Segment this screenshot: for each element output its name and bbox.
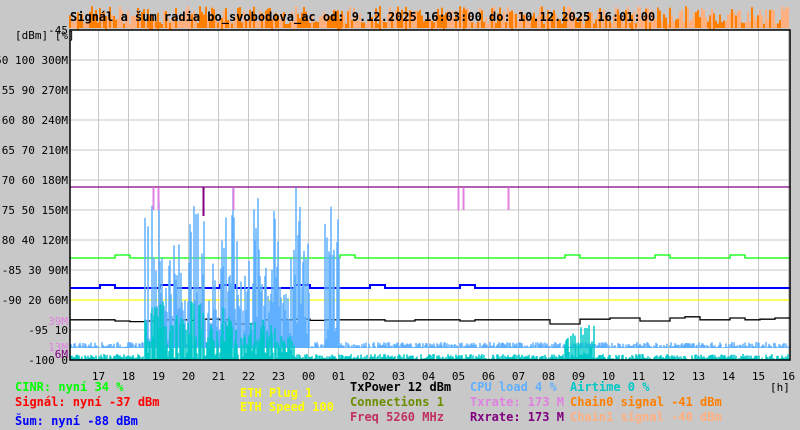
rate-label: 6M — [55, 348, 69, 361]
y-tick-label: -70 60 180M — [0, 174, 68, 187]
y-tick-label: -60 80 240M — [0, 114, 68, 127]
legend-airtime: Airtime 0 % — [570, 380, 650, 394]
legend-cpu-load: CPU load 4 % — [470, 380, 557, 394]
y-tick-label: -50 100 300M — [0, 54, 68, 67]
y-tick-label: -75 50 150M — [0, 204, 68, 217]
legend-txpower: TxPower 12 dBm — [350, 380, 452, 394]
x-tick-label: 05 — [452, 370, 465, 383]
legend-noise: Šum: nyní -88 dBm — [15, 414, 138, 428]
legend-cinr: CINR: nyní 34 % — [15, 380, 124, 394]
legend-chain0: Chain0 signal -41 dBm — [570, 395, 722, 409]
y-tick-label: -65 70 210M — [0, 144, 68, 157]
legend-eth-plug: ETH Plug 1 — [240, 386, 313, 400]
x-tick-label: 12 — [662, 370, 675, 383]
signal-noise-chart: 17 18 19 20 21 22 23 00 01 02 03 04 05 06 07 08 09 10 11 12… — [0, 0, 800, 430]
x-tick-label: 23 — [272, 370, 285, 383]
x-tick-label: 14 — [722, 370, 736, 383]
x-tick-label: 01 — [332, 370, 345, 383]
x-tick-label: 19 — [152, 370, 165, 383]
legend-eth-speed: ETH Speed 100 — [240, 400, 334, 414]
y-tick-label: -55 90 270M — [0, 84, 68, 97]
y-axis-unit: [dBm] [%] — [15, 29, 75, 42]
legend-connections: Connections 1 — [350, 395, 444, 409]
legend-chain1: Chain1 signal -40 dBm — [570, 410, 722, 424]
x-tick-label: 22 — [242, 370, 255, 383]
x-tick-label: 20 — [182, 370, 195, 383]
x-axis-unit: [h] — [770, 381, 790, 394]
x-tick-label: 21 — [212, 370, 225, 383]
y-tick-label: -90 20 60M — [2, 294, 69, 307]
rate-label: 39M — [48, 315, 68, 328]
y-tick-label: -80 40 120M — [0, 234, 68, 247]
x-tick-label: 00 — [302, 370, 315, 383]
chart-canvas: 17 18 19 20 21 22 23 00 01 02 03 04 05 06 07 08 09 10 11 12… — [0, 6, 795, 383]
x-tick-label: 18 — [122, 370, 135, 383]
legend-signal: Signál: nyní -37 dBm — [15, 395, 160, 409]
legend-txrate: Txrate: 173 M — [470, 395, 564, 409]
x-tick-label: 15 — [752, 370, 765, 383]
chart-title: Signál a šum radia bo_svobodova_ac od: 9… — [70, 10, 656, 24]
y-tick-label: -85 30 90M — [2, 264, 69, 277]
x-tick-label: 13 — [692, 370, 705, 383]
legend-rxrate: Rxrate: 173 M — [470, 410, 564, 424]
legend-freq: Freq 5260 MHz — [350, 410, 444, 424]
